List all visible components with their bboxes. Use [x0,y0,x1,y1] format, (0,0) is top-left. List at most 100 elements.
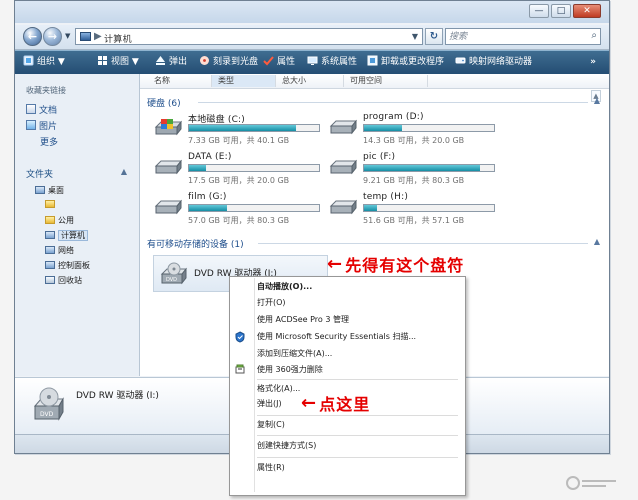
tree-item-label: 桌面 [48,186,64,195]
uninstall-program-button[interactable]: 卸载或更改程序 [367,51,444,74]
system-properties-button[interactable]: 系统属性 [307,51,357,74]
drive-capacity-fill [189,125,296,131]
removable-storage-group-title[interactable]: 有可移动存储的设备 (1) [147,237,244,250]
map-network-drive-button[interactable]: 映射网络驱动器 [455,51,532,74]
minimize-button[interactable]: — [529,4,549,18]
burn-disc-button[interactable]: 刻录到光盘 [199,51,258,74]
more-favorites-link[interactable]: 更多 [40,135,58,148]
eject-label: 弹出 [169,57,188,67]
drive-capacity-fill [364,205,377,211]
eject-button[interactable]: 弹出 [155,51,187,74]
eject-icon [156,56,165,65]
drive-name: film (G:) [188,192,227,202]
hard-drive-icon [329,199,358,215]
total-size-column-header[interactable]: 总大小 [276,75,344,87]
menu-item-create-shortcut[interactable]: 创建快捷方式(S) [257,439,462,453]
network-icon [45,246,55,254]
folders-heading[interactable]: 文件夹 ▲ [26,167,127,180]
favorite-link-label: 文档 [39,106,58,116]
organize-menu[interactable]: 组织 ▼ [23,51,65,74]
tree-item-desktop[interactable]: 桌面 [35,185,64,196]
tree-item-network[interactable]: 网络 [45,245,74,256]
name-column-header[interactable]: 名称 [148,75,212,87]
free-space-column-header[interactable]: 可用空间 [344,75,428,87]
hard-disk-group-chevron-icon[interactable]: ▲ [594,96,600,105]
views-menu[interactable]: 视图 ▼ [97,51,139,74]
drive-item-g[interactable]: film (G:) 57.0 GB 可用，共 80.3 GB [153,191,323,227]
map-network-drive-icon [455,57,466,64]
address-dropdown[interactable]: ▼ [412,32,418,41]
drive-item-e[interactable]: DATA (E:) 17.5 GB 可用，共 20.0 GB [153,151,323,187]
properties-label: 属性 [277,57,296,67]
drive-capacity-bar [188,164,320,172]
properties-button[interactable]: 属性 [263,51,295,74]
tree-item-label: 计算机 [58,230,88,241]
forward-button[interactable]: → [43,27,62,46]
tree-item-label: 控制面板 [58,261,90,270]
menu-item-autoplay[interactable]: 自动播放(O)... [257,280,462,294]
group-divider [258,243,588,244]
removable-group-chevron-icon[interactable]: ▲ [594,237,600,246]
drive-item-h[interactable]: temp (H:) 51.6 GB 可用，共 57.1 GB [328,191,498,227]
maximize-button[interactable]: □ [551,4,571,18]
hard-disk-group-title[interactable]: 硬盘 (6) [147,96,181,109]
close-button[interactable]: ✕ [573,4,601,18]
type-column-header[interactable]: 类型 [212,75,276,87]
hard-drive-icon [329,119,358,135]
tree-item-computer[interactable]: 计算机 [45,230,88,241]
user-folder-icon [45,200,55,208]
favorite-link-label: 图片 [39,122,58,132]
recent-pages-dropdown[interactable]: ▼ [65,32,70,40]
dvd-drive-icon: DVD [160,262,188,285]
back-button[interactable]: ← [23,27,42,46]
address-row: ← → ▼ ▶ 计算机 ▼ ↻ ⌕ [15,25,609,50]
drive-name: temp (H:) [363,192,409,202]
search-box: ⌕ [445,28,601,45]
views-dropdown-icon: ▼ [131,57,139,67]
drive-capacity-bar [363,124,495,132]
favorite-link-pictures[interactable]: 图片 [26,119,57,132]
menu-item-acdsee-manage[interactable]: 使用 ACDSee Pro 3 管理 [257,313,462,327]
annotation-text: 点这里 [319,395,371,414]
drive-item-c[interactable]: 本地磁盘 (C:) 7.33 GB 可用，共 40.1 GB [153,111,323,147]
drive-name: DATA (E:) [188,152,232,162]
address-separator: ▶ [94,31,102,42]
refresh-button[interactable]: ↻ [425,28,443,45]
tree-item-control-panel[interactable]: 控制面板 [45,260,90,271]
delete-tool-icon [235,364,245,374]
menu-item-360-delete[interactable]: 使用 360强力删除 [257,363,462,377]
tree-item-recycle-bin[interactable]: 回收站 [45,275,82,286]
drive-free-space: 51.6 GB 可用，共 57.1 GB [363,216,465,225]
dvd-drive-large-icon: DVD [33,387,64,421]
menu-item-add-archive[interactable]: 添加到压缩文件(A)... [257,347,462,361]
menu-item-copy[interactable]: 复制(C) [257,418,462,432]
organize-icon [23,55,34,66]
more-toolbar-button[interactable]: » [590,57,596,67]
control-panel-icon [45,261,55,269]
search-input[interactable] [446,29,584,44]
drive-item-d[interactable]: program (D:) 14.3 GB 可用，共 20.0 GB [328,111,498,147]
drive-free-space: 14.3 GB 可用，共 20.0 GB [363,136,465,145]
column-header: 名称 类型 总大小 可用空间 [140,74,609,89]
menu-item-security-scan[interactable]: 使用 Microsoft Security Essentials 扫描... [257,330,462,344]
window-titlebar: — □ ✕ [15,1,609,23]
document-icon [26,104,36,114]
properties-icon [263,56,274,66]
tree-item-user-folder[interactable] [45,200,58,209]
address-bar[interactable]: ▶ 计算机 ▼ [75,28,423,45]
favorite-link-documents[interactable]: 文档 [26,103,57,116]
drive-item-f[interactable]: pic (F:) 9.21 GB 可用，共 80.3 GB [328,151,498,187]
menu-separator [257,457,458,458]
address-path: 计算机 [104,35,132,45]
tree-item-public[interactable]: 公用 [45,215,74,226]
burn-disc-label: 刻录到光盘 [213,57,259,67]
picture-icon [26,120,36,130]
tree-item-label: 网络 [58,246,74,255]
computer-icon [80,32,91,41]
search-icon[interactable]: ⌕ [591,30,597,41]
navigation-pane: 收藏夹链接 文档 图片 更多 文件夹 ▲ 桌面 公用 计算机 网络 控制面板 回… [15,74,140,376]
public-folder-icon [45,216,55,224]
menu-item-properties[interactable]: 属性(R) [257,461,462,475]
details-dvd-name: DVD RW 驱动器 (I:) [76,391,159,401]
menu-item-open[interactable]: 打开(O) [257,296,462,310]
